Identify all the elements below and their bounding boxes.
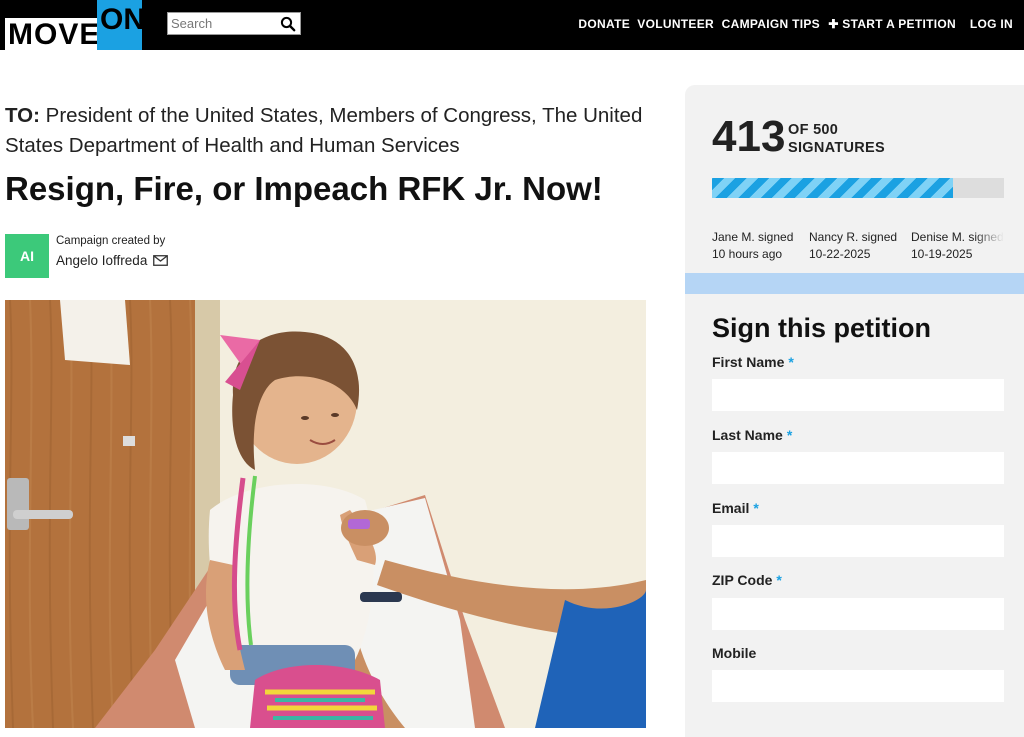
email-label: Email * (712, 500, 759, 516)
to-prefix: TO: (5, 104, 40, 127)
creator-avatar: AI (5, 234, 49, 278)
signature-goal-label: SIGNATURES (788, 140, 885, 156)
required-marker: * (753, 500, 759, 516)
required-marker: * (786, 427, 793, 443)
last-name-label-text: Last Name (712, 427, 783, 443)
recent-signers-fade (974, 229, 1004, 263)
nav-donate[interactable]: DONATE (578, 17, 630, 31)
search-input[interactable] (168, 13, 278, 34)
recent-signer-name: Nancy R. signed (809, 230, 898, 244)
sign-petition-title: Sign this petition (712, 313, 931, 343)
zip-code-label: ZIP Code * (712, 572, 782, 588)
recent-signer: Jane M. signed 10 hours ago (712, 229, 793, 263)
logo-move-text: MOVE (5, 18, 99, 51)
logo-on-text: ON (97, 0, 145, 50)
moveon-logo[interactable]: MOVE ON (5, 0, 145, 51)
search-box (167, 12, 301, 35)
creator-name: Angelo Ioffreda (56, 253, 148, 268)
required-marker: * (776, 572, 782, 588)
creator-name-row: Angelo Ioffreda (56, 253, 169, 268)
last-name-label: Last Name * (712, 427, 792, 443)
recent-signer-time: 10 hours ago (712, 247, 783, 261)
required-marker: * (788, 354, 794, 370)
child-bandage-image (5, 300, 646, 728)
signature-goal: OF 500 SIGNATURES (788, 121, 885, 157)
zip-code-field[interactable] (712, 598, 1004, 630)
search-icon[interactable] (280, 16, 296, 32)
nav-log-in[interactable]: LOG IN (970, 17, 1013, 31)
petition-title: Resign, Fire, or Impeach RFK Jr. Now! (5, 170, 603, 207)
recent-signer: Nancy R. signed 10-22-2025 (809, 229, 897, 263)
mobile-label: Mobile (712, 645, 756, 661)
signature-count: 413 (712, 112, 786, 161)
top-navigation-bar: MOVE ON DONATE VOLUNTEER CAMPAIGN TIPS ✚… (0, 0, 1024, 51)
recent-signers: Jane M. signed 10 hours ago Nancy R. sig… (712, 229, 1004, 263)
first-name-label-text: First Name (712, 354, 785, 370)
nav-campaign-tips[interactable]: CAMPAIGN TIPS (722, 17, 820, 31)
petition-recipients: TO: President of the United States, Memb… (5, 101, 665, 161)
creator-caption: Campaign created by (56, 235, 166, 247)
signature-goal-of: OF 500 (788, 122, 839, 138)
zip-code-label-text: ZIP Code (712, 572, 773, 588)
nav-start-a-petition[interactable]: ✚ START A PETITION (828, 17, 956, 31)
panel-divider-strip (685, 273, 1024, 294)
first-name-field[interactable] (712, 379, 1004, 411)
last-name-field[interactable] (712, 452, 1004, 484)
envelope-icon[interactable] (153, 255, 169, 266)
recent-signer-name: Jane M. signed (712, 230, 794, 244)
email-label-text: Email (712, 500, 750, 516)
mobile-field[interactable] (712, 670, 1004, 702)
recent-signer-time: 10-22-2025 (809, 247, 871, 261)
email-field[interactable] (712, 525, 1004, 557)
petition-photo (5, 300, 646, 728)
signature-progress-fill (712, 178, 954, 198)
nav-volunteer[interactable]: VOLUNTEER (637, 17, 714, 31)
signature-progress-bar (712, 178, 1004, 198)
mobile-label-text: Mobile (712, 645, 757, 661)
to-recipients-text: President of the United States, Members … (5, 104, 643, 157)
first-name-label: First Name * (712, 354, 794, 370)
